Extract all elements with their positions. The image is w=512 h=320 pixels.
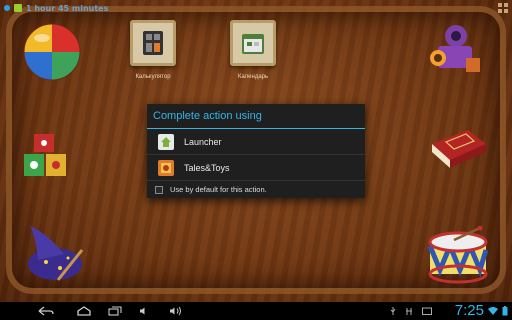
volume-down-button[interactable] bbox=[138, 305, 150, 317]
status-bar: 1 hour 45 minutes bbox=[4, 1, 108, 15]
option-launcher[interactable]: Launcher bbox=[147, 129, 365, 155]
back-icon bbox=[38, 306, 54, 316]
wizard-hat-toy[interactable] bbox=[24, 220, 86, 282]
app-calculator[interactable]: Калькулятор bbox=[130, 20, 176, 80]
screenshot-icon bbox=[422, 305, 432, 317]
book-toy[interactable] bbox=[428, 126, 490, 172]
usb-icon bbox=[388, 305, 398, 317]
projector-toy[interactable] bbox=[428, 20, 488, 78]
app-label-calendar: Календарь bbox=[237, 74, 269, 80]
home-button[interactable] bbox=[74, 305, 94, 317]
app-calendar[interactable]: Календарь bbox=[230, 20, 276, 80]
home-icon bbox=[77, 306, 91, 316]
beach-ball-toy[interactable] bbox=[22, 22, 82, 82]
app-label-calculator: Калькулятор bbox=[135, 74, 171, 80]
timer-text: 1 hour 45 minutes bbox=[26, 3, 109, 13]
system-bar: 7:25 bbox=[0, 302, 512, 320]
use-default-row[interactable]: Use by default for this action. bbox=[147, 181, 365, 198]
calculator-tile bbox=[130, 20, 176, 66]
drum-toy[interactable] bbox=[424, 226, 492, 284]
blocks-toy[interactable] bbox=[20, 132, 70, 182]
tales-toys-app-icon bbox=[157, 159, 175, 177]
option-label: Tales&Toys bbox=[184, 162, 230, 173]
clock[interactable]: 7:25 bbox=[455, 302, 484, 320]
chooser-dialog: Complete action using Launcher Tales&Toy… bbox=[147, 104, 365, 198]
volume-up-button[interactable] bbox=[168, 305, 184, 317]
notification-icon bbox=[4, 5, 10, 11]
recent-apps-button[interactable] bbox=[107, 305, 123, 317]
battery-icon bbox=[500, 305, 510, 317]
calendar-icon bbox=[242, 34, 264, 54]
usb-debug-icon bbox=[404, 305, 414, 317]
wifi-icon bbox=[488, 305, 498, 317]
home-screen: 1 hour 45 minutes Калькулятор Календарь … bbox=[0, 0, 512, 302]
option-label: Launcher bbox=[184, 136, 222, 147]
calendar-tile bbox=[230, 20, 276, 66]
grid-icon[interactable] bbox=[498, 3, 508, 13]
dialog-title: Complete action using bbox=[147, 104, 365, 129]
app-notification-icon bbox=[14, 4, 22, 12]
volume-down-icon bbox=[140, 307, 145, 315]
volume-up-icon bbox=[170, 306, 181, 316]
use-default-checkbox[interactable] bbox=[155, 185, 163, 194]
calculator-icon bbox=[143, 31, 163, 55]
use-default-label: Use by default for this action. bbox=[170, 185, 267, 194]
launcher-app-icon bbox=[157, 133, 175, 151]
recent-apps-icon bbox=[108, 306, 122, 316]
option-tales-toys[interactable]: Tales&Toys bbox=[147, 155, 365, 181]
back-button[interactable] bbox=[36, 305, 56, 317]
